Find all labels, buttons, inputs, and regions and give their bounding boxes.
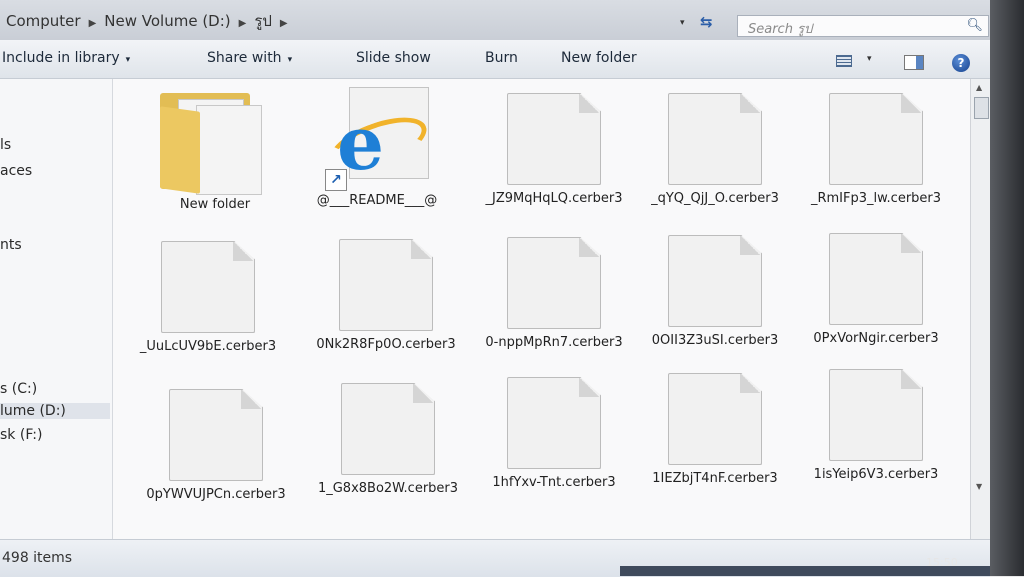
list-item-file[interactable]: _RmIFp3_lw.cerber3: [801, 93, 951, 207]
document-icon: [339, 239, 433, 331]
file-name: 0pYWVUJPCn.cerber3: [146, 487, 286, 502]
file-name: 0Nk2R8Fp0O.cerber3: [316, 337, 456, 352]
document-icon: [341, 383, 435, 475]
search-input[interactable]: Search รูป 🔍︎: [737, 15, 989, 37]
monitor-edge: [990, 0, 1024, 576]
folder-icon: [160, 87, 270, 195]
refresh-icon[interactable]: ⇆: [700, 13, 713, 31]
document-icon: [161, 241, 255, 333]
file-name: _UuLcUV9bE.cerber3: [139, 339, 277, 354]
document-icon: [829, 369, 923, 461]
list-item-file[interactable]: 1isYeip6V3.cerber3: [801, 369, 951, 483]
nav-item-drive-d[interactable]: lume (D:): [0, 403, 110, 419]
address-history-dropdown-icon[interactable]: ▾: [680, 18, 685, 28]
list-item-file[interactable]: 1hfYxv-Tnt.cerber3: [479, 377, 629, 491]
share-with-label: Share with: [207, 50, 282, 66]
file-name: _RmIFp3_lw.cerber3: [810, 191, 942, 206]
document-icon: [507, 237, 601, 329]
preview-pane-icon[interactable]: [904, 55, 924, 70]
new-folder-button[interactable]: New folder: [561, 50, 637, 66]
list-item-file[interactable]: _qYQ_QjJ_O.cerber3: [640, 93, 790, 207]
chevron-down-icon: ▾: [125, 55, 131, 65]
file-name: _JZ9MqHqLQ.cerber3: [485, 191, 623, 206]
vertical-scrollbar[interactable]: ▲ ▼: [970, 79, 991, 539]
scroll-up-icon[interactable]: ▲: [976, 83, 982, 92]
file-name: 1_G8x8Bo2W.cerber3: [317, 481, 459, 496]
file-name: New folder: [179, 197, 251, 212]
document-icon: [507, 93, 601, 185]
file-name: _qYQ_QjJ_O.cerber3: [651, 191, 779, 206]
scrollbar-thumb[interactable]: [974, 97, 989, 119]
navigation-pane: ls aces nts s (C:) lume (D:) sk (F:): [0, 79, 113, 539]
list-item-file[interactable]: 0pYWVUJPCn.cerber3: [141, 389, 291, 503]
nav-item-documents[interactable]: nts: [0, 237, 22, 253]
file-name: 0OII3Z3uSI.cerber3: [651, 333, 779, 348]
file-list: New folder e ↗ @___README___@ _JZ9MqHqLQ…: [113, 79, 970, 539]
document-icon: [668, 235, 762, 327]
internet-explorer-icon: e ↗: [322, 87, 434, 191]
document-icon: [668, 93, 762, 185]
share-with-button[interactable]: Share with ▾: [207, 50, 292, 66]
nav-item-drive-c[interactable]: s (C:): [0, 381, 37, 397]
document-icon: [829, 93, 923, 185]
document-icon: [668, 373, 762, 465]
nav-item-recent-places[interactable]: aces: [0, 163, 32, 179]
scroll-down-icon[interactable]: ▼: [976, 482, 982, 491]
view-options-chevron-icon[interactable]: ▾: [867, 54, 872, 64]
slide-show-button[interactable]: Slide show: [356, 50, 431, 66]
list-item-file[interactable]: 0Nk2R8Fp0O.cerber3: [311, 239, 461, 353]
list-item-folder[interactable]: New folder: [140, 87, 290, 213]
list-item-file[interactable]: 1IEZbjT4nF.cerber3: [640, 373, 790, 487]
breadcrumb-separator-icon[interactable]: ▶: [280, 18, 288, 29]
burn-button[interactable]: Burn: [485, 50, 518, 66]
shortcut-arrow-icon: ↗: [325, 169, 347, 191]
breadcrumb-separator-icon[interactable]: ▶: [89, 18, 97, 29]
command-bar: Include in library ▾ Share with ▾ Slide sh…: [0, 40, 990, 79]
chevron-down-icon: ▾: [287, 55, 293, 65]
search-placeholder: Search รูป: [748, 22, 813, 37]
include-in-library-button[interactable]: Include in library ▾: [2, 50, 130, 66]
change-view-icon[interactable]: [836, 55, 852, 67]
file-name: 0PxVorNgir.cerber3: [813, 331, 939, 346]
breadcrumb[interactable]: Computer ▶ New Volume (D:) ▶ รูป ▶: [6, 9, 296, 33]
help-icon[interactable]: ?: [952, 54, 970, 72]
document-icon: [507, 377, 601, 469]
file-name: 1hfYxv-Tnt.cerber3: [492, 475, 616, 490]
file-name: 1IEZbjT4nF.cerber3: [652, 471, 778, 486]
breadcrumb-folder[interactable]: รูป: [254, 12, 272, 30]
document-icon: [829, 233, 923, 325]
nav-item-favorites[interactable]: ls: [0, 137, 11, 153]
list-item-file[interactable]: 0PxVorNgir.cerber3: [801, 233, 951, 347]
breadcrumb-new-volume[interactable]: New Volume (D:): [104, 12, 230, 30]
file-name: @___README___@: [316, 193, 438, 208]
taskbar-clock: 15:50: [926, 556, 958, 569]
list-item-file[interactable]: 0-nppMpRn7.cerber3: [479, 237, 629, 351]
nav-item-drive-f[interactable]: sk (F:): [0, 427, 42, 443]
item-count: 498 items: [2, 550, 73, 566]
document-icon: [169, 389, 263, 481]
list-item-shortcut[interactable]: e ↗ @___README___@: [302, 87, 452, 209]
list-item-file[interactable]: _JZ9MqHqLQ.cerber3: [479, 93, 629, 207]
file-name: 1isYeip6V3.cerber3: [813, 467, 939, 482]
file-name: 0-nppMpRn7.cerber3: [485, 335, 623, 350]
include-in-library-label: Include in library: [2, 50, 120, 66]
address-bar: Computer ▶ New Volume (D:) ▶ รูป ▶ ▾ ⇆ Search…: [0, 0, 1000, 41]
list-item-file[interactable]: _UuLcUV9bE.cerber3: [133, 241, 283, 355]
list-item-file[interactable]: 0OII3Z3uSI.cerber3: [640, 235, 790, 349]
breadcrumb-separator-icon[interactable]: ▶: [239, 18, 247, 29]
search-icon[interactable]: 🔍︎: [966, 18, 983, 33]
breadcrumb-computer[interactable]: Computer: [6, 12, 81, 30]
list-item-file[interactable]: 1_G8x8Bo2W.cerber3: [313, 383, 463, 497]
